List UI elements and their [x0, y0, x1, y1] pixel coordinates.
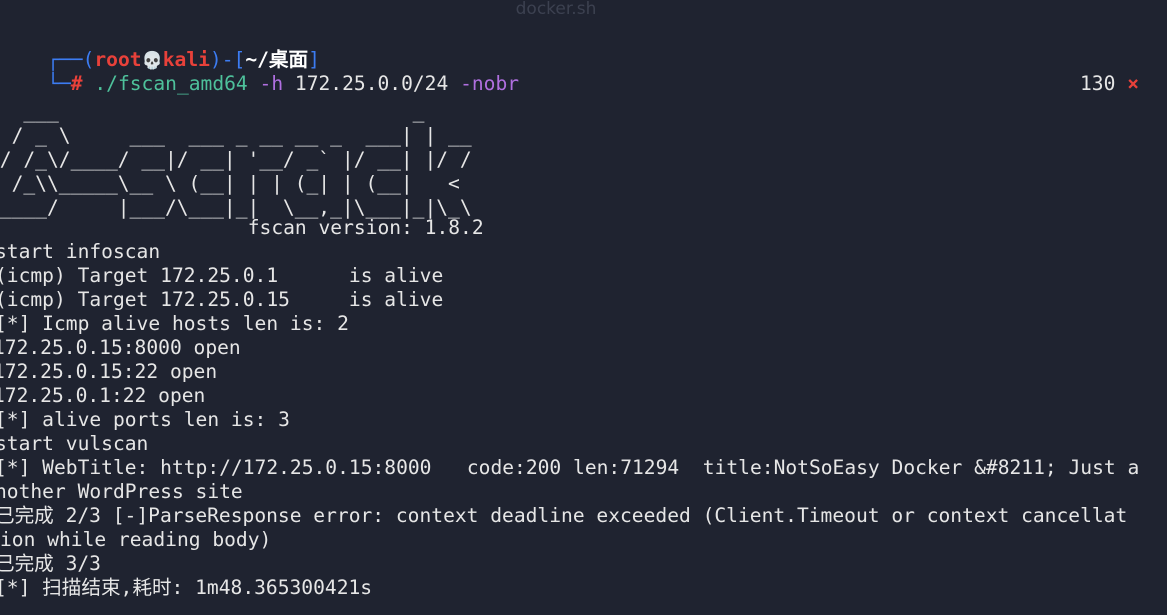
prompt-frame-bottom: └─ — [47, 72, 71, 95]
output-line: nother WordPress site — [0, 480, 243, 503]
banner-line: ___ _ — [0, 100, 472, 123]
output-line: (icmp) Target 172.25.0.1 is alive — [0, 264, 444, 287]
exit-status: 130 × — [1033, 48, 1139, 95]
output-line: start vulscan — [0, 432, 149, 455]
banner-line: / _ \ ___ ___ _ __ __ _ ___| | __ — [0, 124, 484, 147]
output-line: (icmp) Target 172.25.0.15 is alive — [0, 288, 444, 311]
output-line: [*] WebTitle: http://172.25.0.15:8000 co… — [0, 456, 1140, 479]
prompt-header-line: ┌──(root💀kali)-[~/桌面] — [0, 24, 320, 71]
fscan-ascii-banner: ___ _ / _ \ ___ ___ _ __ __ _ ___| | __ … — [0, 100, 483, 220]
exit-code: 130 — [1080, 72, 1116, 95]
terminal-window[interactable]: docker.sh ┌──(root💀kali)-[~/桌面] └─# ./fs… — [0, 0, 1167, 615]
output-line: start infoscan — [0, 240, 161, 263]
prompt-command-line: └─# ./fscan_amd64 -h 172.25.0.0/24 -nobr — [0, 48, 519, 95]
window-title: docker.sh — [515, 0, 597, 19]
command-name: ./fscan_amd64 — [94, 72, 248, 95]
command-flag-nobr: -nobr — [460, 72, 520, 95]
output-line: 已完成 3/3 — [0, 552, 101, 575]
banner-line: / /_\/____/ __|/ __| '__/ _` |/ __| |/ / — [0, 148, 472, 171]
output-line: [*] 扫描结束,耗时: 1m48.365300421s — [0, 576, 373, 599]
output-line: 已完成 2/3 [-]ParseResponse error: context … — [0, 504, 1128, 527]
command-target: 172.25.0.0/24 — [294, 72, 449, 95]
output-line: [*] Icmp alive hosts len is: 2 — [0, 312, 349, 335]
output-line: 172.25.0.15:22 open — [0, 360, 218, 383]
prompt-hash: # — [70, 72, 83, 95]
output-line: 172.25.0.15:8000 open — [0, 336, 241, 359]
version-line: fscan version: 1.8.2 — [0, 216, 484, 239]
error-x-icon: × — [1127, 72, 1139, 95]
output-line: [*] alive ports len is: 3 — [0, 408, 290, 431]
output-line: 172.25.0.1:22 open — [0, 384, 206, 407]
command-flag-h: -h — [259, 72, 284, 95]
output-line: ion while reading body) — [0, 528, 272, 551]
banner-line: / /_\\_____\__ \ (__| | | (_| | (__| < — [0, 172, 484, 195]
